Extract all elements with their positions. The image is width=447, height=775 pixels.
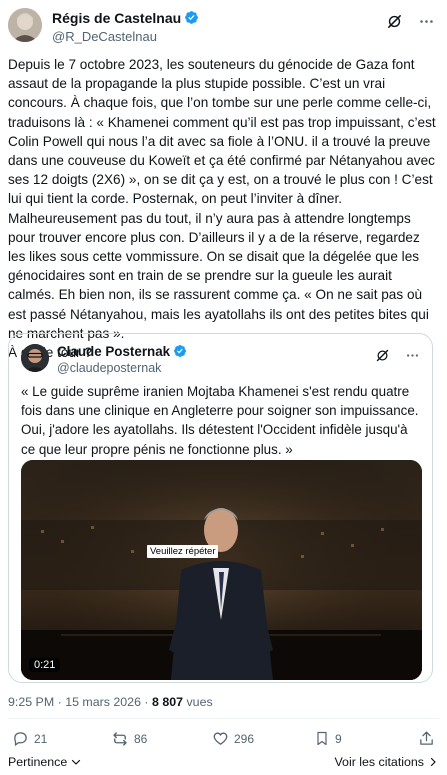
- verified-badge-icon: [174, 345, 187, 357]
- more-icon[interactable]: [403, 346, 421, 364]
- author-name-text[interactable]: Régis de Castelnau: [52, 10, 181, 26]
- views-count: 8 807: [152, 695, 184, 709]
- like-button[interactable]: 296: [212, 730, 254, 747]
- repost-icon: [113, 732, 127, 746]
- tweet-meta: 9:25 PM · 15 mars 2026 · 8 807 vues: [8, 695, 213, 709]
- author-avatar[interactable]: [8, 8, 42, 42]
- reply-count: 21: [34, 731, 48, 746]
- quoted-tweet[interactable]: Claude Posternak @claudeposternak « Le g…: [8, 333, 433, 683]
- quoted-tweet-header: Claude Posternak @claudeposternak: [21, 344, 421, 375]
- author-name[interactable]: Régis de Castelnau: [52, 10, 199, 26]
- meta-separator: ·: [144, 695, 149, 709]
- author-handle[interactable]: @R_DeCastelnau: [52, 29, 157, 44]
- like-icon: [213, 732, 228, 745]
- more-icon[interactable]: [417, 12, 435, 30]
- grok-icon[interactable]: [385, 12, 403, 30]
- like-count: 296: [234, 731, 255, 746]
- reply-button[interactable]: 21: [12, 730, 47, 747]
- quoted-author-name[interactable]: Claude Posternak: [57, 344, 187, 359]
- video-player[interactable]: Veuillez répéter 0:21: [21, 460, 422, 680]
- repost-count: 86: [134, 732, 148, 746]
- chevron-down-icon: [72, 759, 81, 765]
- reply-icon: [14, 732, 27, 747]
- repost-button[interactable]: 86: [111, 730, 147, 748]
- grok-icon[interactable]: [373, 346, 391, 364]
- verified-badge-icon: [185, 11, 199, 24]
- view-quotes-label[interactable]: Voir les citations: [334, 755, 424, 769]
- views-label: vues: [186, 695, 213, 709]
- share-button[interactable]: [418, 730, 435, 747]
- relevance-label[interactable]: Pertinence: [8, 755, 67, 769]
- video-duration: 0:21: [29, 658, 61, 672]
- tweet-time[interactable]: 9:25 PM: [8, 695, 54, 709]
- video-frame: [21, 460, 422, 680]
- quoted-author-avatar[interactable]: [21, 344, 49, 372]
- video-caption: Veuillez répéter: [147, 545, 219, 558]
- quoted-author-handle[interactable]: @claudeposternak: [57, 361, 161, 375]
- share-icon: [420, 731, 433, 745]
- bookmark-button[interactable]: 9: [314, 730, 342, 747]
- quoted-tweet-text: « Le guide suprême iranien Mojtaba Khame…: [21, 384, 419, 457]
- view-quotes-link[interactable]: Voir les citations: [334, 755, 439, 769]
- tweet-text: Depuis le 7 octobre 2023, les souteneurs…: [8, 57, 436, 361]
- meta-separator: ·: [57, 695, 62, 709]
- quoted-author-name-text[interactable]: Claude Posternak: [57, 344, 170, 359]
- bookmark-icon: [317, 731, 327, 746]
- relevance-sort[interactable]: Pertinence: [8, 755, 82, 769]
- tweet-date[interactable]: 15 mars 2026: [65, 695, 141, 709]
- action-bar: 21 86 296 9: [8, 730, 439, 750]
- tweet-header: Régis de Castelnau @R_DeCastelnau: [8, 8, 439, 44]
- bookmark-count: 9: [335, 731, 342, 746]
- chevron-right-icon: [430, 757, 436, 767]
- divider: [8, 718, 439, 719]
